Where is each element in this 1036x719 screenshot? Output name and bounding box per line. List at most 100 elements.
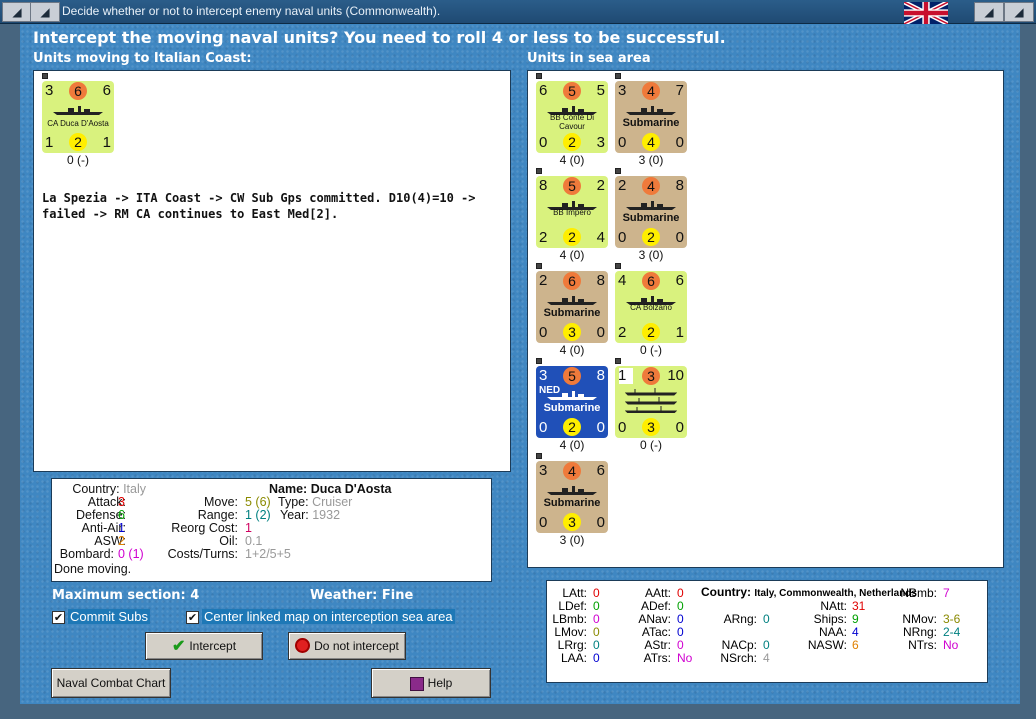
name-label: Name: xyxy=(269,482,308,496)
counter-bottom-left: 0 xyxy=(539,514,548,531)
counter-defense: 3 xyxy=(563,323,581,341)
sea-unit-counter[interactable]: 8 5 2 BB Impero 2 2 4 xyxy=(536,176,608,248)
max-section: Maximum section: 4 xyxy=(52,588,200,603)
cruiser-icon xyxy=(53,106,103,115)
move-label: Move: xyxy=(203,495,238,509)
naval-combat-chart-button[interactable]: Naval Combat Chart xyxy=(51,668,171,698)
unit-marker xyxy=(536,263,542,269)
lbmb-label: LBmb: xyxy=(552,612,587,626)
counter-defense: 2 xyxy=(563,228,581,246)
stats-panel: LAtt: 0 LDef: 0 LBmb: 0 LMov: 0 LRrg: 0 … xyxy=(546,580,988,683)
laa-label: LAA: xyxy=(560,651,587,665)
unit-marker xyxy=(536,358,542,364)
sea-unit-counter[interactable]: 3 5 8 NED Submarine 0 2 0 xyxy=(536,366,608,438)
help-button[interactable]: Help xyxy=(371,668,491,698)
sea-units-label: Units in sea area xyxy=(527,51,651,66)
counter-top-left: 3 xyxy=(45,82,54,99)
weather: Weather: Fine xyxy=(310,588,414,603)
commit-subs-checkbox[interactable]: ✔ xyxy=(52,611,65,624)
ships-label: Ships: xyxy=(813,612,847,626)
nasw-label: NASW: xyxy=(807,638,847,652)
counter-name: CA Duca D'Aosta xyxy=(47,119,109,128)
natt-label: NAtt: xyxy=(820,599,847,613)
system-menu-button[interactable]: ◢ xyxy=(2,2,32,22)
counter-bottom-right: 3 xyxy=(596,134,605,151)
nmov-value: 3-6 xyxy=(943,612,961,626)
counter-top-left: 8 xyxy=(539,177,548,194)
commit-subs-label[interactable]: Commit Subs xyxy=(68,609,151,624)
do-not-intercept-button[interactable]: Do not intercept xyxy=(288,632,406,660)
unit-marker xyxy=(42,73,48,79)
lrng-label: LRrg: xyxy=(557,638,587,652)
moving-unit-counter[interactable]: 3 6 6 CA Duca D'Aosta 1 2 1 xyxy=(42,81,114,153)
minimize-button[interactable]: ◢ xyxy=(974,2,1004,22)
title-bar: ◢ ◢ Decide whether or not to intercept e… xyxy=(0,0,1036,24)
sea-unit-counter[interactable]: 2 6 8 Submarine 0 3 0 xyxy=(536,271,608,343)
sea-unit-counter[interactable]: 4 6 6 CA Bolzano 2 2 1 xyxy=(615,271,687,343)
counter-caption: 4 (0) xyxy=(559,248,585,262)
latt-label: LAtt: xyxy=(562,586,587,600)
counter-defense: 2 xyxy=(69,133,87,151)
sea-unit-counter[interactable]: 1 3 10 0 3 0 xyxy=(615,366,687,438)
nmov-label: NMov: xyxy=(902,612,937,626)
ship-icon xyxy=(547,486,597,495)
counter-top-right: 8 xyxy=(596,367,605,384)
counter-top-left: 1 xyxy=(618,367,627,384)
nsrch-label: NSrch: xyxy=(720,651,757,665)
atac-label: ATac: xyxy=(641,625,671,639)
moving-units-label: Units moving to Italian Coast: xyxy=(33,51,252,66)
ntrs-value: No xyxy=(943,638,959,652)
sea-unit-counter[interactable]: 2 4 8 Submarine 0 2 0 xyxy=(615,176,687,248)
counter-bottom-left: 2 xyxy=(618,324,627,341)
sea-unit-counter[interactable]: 6 5 5 BB Conte Di Cavour 0 2 3 xyxy=(536,81,608,153)
counter-name: Submarine xyxy=(543,497,601,509)
counter-caption: 4 (0) xyxy=(559,438,585,452)
counter-bottom-right: 0 xyxy=(596,419,605,436)
counter-caption: 0 (-) xyxy=(640,438,662,452)
move-value: 5 (6) xyxy=(245,495,271,509)
counter-top-left: 6 xyxy=(539,82,548,99)
asw-label: ASW: xyxy=(94,534,126,548)
ldef-value: 0 xyxy=(593,599,600,613)
nbmb-value: 7 xyxy=(943,586,950,600)
counter-top-left: 3 xyxy=(539,462,548,479)
window-title: Decide whether or not to intercept enemy… xyxy=(62,4,441,18)
ntrs-label: NTrs: xyxy=(908,638,937,652)
unit-marker xyxy=(615,168,621,174)
collapse-button[interactable]: ◢ xyxy=(30,2,60,22)
antiair-value: 1 xyxy=(118,521,125,535)
type-label: Type: xyxy=(278,495,309,509)
center-map-checkbox[interactable]: ✔ xyxy=(186,611,199,624)
range-label: Range: xyxy=(197,508,238,522)
combat-result-text: La Spezia -> ITA Coast -> CW Sub Gps com… xyxy=(42,191,476,221)
unit-marker xyxy=(536,168,542,174)
counter-bottom-right: 1 xyxy=(102,134,111,151)
unit-marker xyxy=(536,453,542,459)
counter-bottom-left: 0 xyxy=(618,229,627,246)
year-value: 1932 xyxy=(312,508,341,522)
arng-label: ARng: xyxy=(723,612,757,626)
unit-marker xyxy=(615,358,621,364)
lmov-value: 0 xyxy=(593,625,600,639)
ship-icon xyxy=(626,201,676,210)
counter-attack: 5 xyxy=(563,177,581,195)
natt-value: 31 xyxy=(852,599,866,613)
status-text: Done moving. xyxy=(54,562,132,576)
nbmb-label: NBmb: xyxy=(900,586,937,600)
asw-value: 2 xyxy=(118,534,125,548)
atrs-value: No xyxy=(677,651,693,665)
counter-name: Submarine xyxy=(543,307,601,319)
intercept-button[interactable]: ✔ Intercept xyxy=(145,632,263,660)
ldef-label: LDef: xyxy=(558,599,587,613)
left-frame xyxy=(0,24,20,704)
anav-value: 0 xyxy=(677,612,684,626)
nacp-value: 0 xyxy=(763,638,770,652)
counter-top-left: 4 xyxy=(618,272,627,289)
center-map-label[interactable]: Center linked map on interception sea ar… xyxy=(202,609,455,624)
sea-unit-counter[interactable]: 3 4 7 Submarine 0 4 0 xyxy=(615,81,687,153)
uk-flag-icon xyxy=(904,2,948,24)
counter-defense: 2 xyxy=(563,418,581,436)
sea-unit-counter[interactable]: 3 4 6 Submarine 0 3 0 xyxy=(536,461,608,533)
aatt-value: 0 xyxy=(677,586,684,600)
maximize-button[interactable]: ◢ xyxy=(1004,2,1034,22)
